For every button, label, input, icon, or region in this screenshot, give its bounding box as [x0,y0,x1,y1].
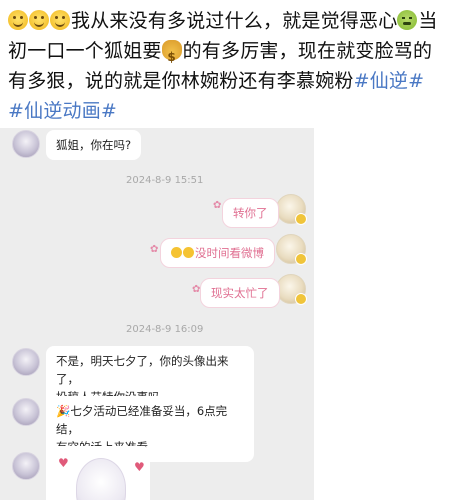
avatar [276,234,307,265]
nauseated-face-icon [397,10,418,30]
slightly-smiling-face-icon [29,10,49,30]
laughing-face-icon [171,247,182,258]
money-bag-icon [161,40,182,72]
message-bubble: 现实太忙了 [200,278,280,308]
slightly-smiling-face-icon [50,10,70,30]
hashtag-link[interactable]: #仙逆动画# [8,100,117,122]
message-bubble: 没时间看微博 [160,238,275,268]
message-text: 转你了 [233,206,268,220]
avatar [12,348,40,376]
avatar [276,274,307,305]
message-text: 现实太忙了 [211,286,269,300]
flower-icon: ✿ [213,200,222,211]
post-line1: 我从来没有多说过什么，就是觉得恶心 [71,10,398,32]
post-text: 我从来没有多说过什么，就是觉得恶心当 初一口一个狐姐要的有多厉害，现在就变脸骂的… [8,6,463,126]
chat-screenshot: 狐姐，你在吗? 2024-8-9 15:51 ✿ 转你了 ✿ 没时间看微博 ✿ … [0,128,314,500]
message-text: 七夕活动已经准备妥当，6点完结， [56,404,228,436]
post-line1-end: 当 [418,10,438,32]
message-text: 狐姐，你在吗? [56,138,132,152]
fire-icon: 🎉 [56,404,71,418]
message-text: 没时间看微博 [195,246,264,260]
image-sticker[interactable]: ♥ ♥ [46,446,150,500]
avatar [12,452,40,480]
heart-icon: ♥ [134,460,145,474]
timestamp: 2024-8-9 16:09 [126,324,204,335]
avatar [276,194,307,225]
post-line2a: 初一口一个狐姐要 [8,40,162,62]
avatar [12,398,40,426]
flower-icon: ✿ [150,244,159,255]
post-line3: 有多狠，说的就是你林婉粉还有李慕婉粉 [8,70,354,92]
slightly-smiling-face-icon [8,10,28,30]
message-text: 不是，明天七夕了，你的头像出来了， [56,354,229,386]
heart-icon: ♥ [58,456,69,470]
timestamp: 2024-8-9 15:51 [126,175,204,186]
anime-avatar-image [76,458,126,500]
laughing-face-icon [183,247,194,258]
message-bubble: 转你了 [222,198,279,228]
message-bubble: 狐姐，你在吗? [46,130,142,160]
avatar [12,130,40,158]
post-line2b: 的有多厉害，现在就变脸骂的 [182,40,433,62]
hashtag-link[interactable]: #仙逆# [354,70,425,92]
